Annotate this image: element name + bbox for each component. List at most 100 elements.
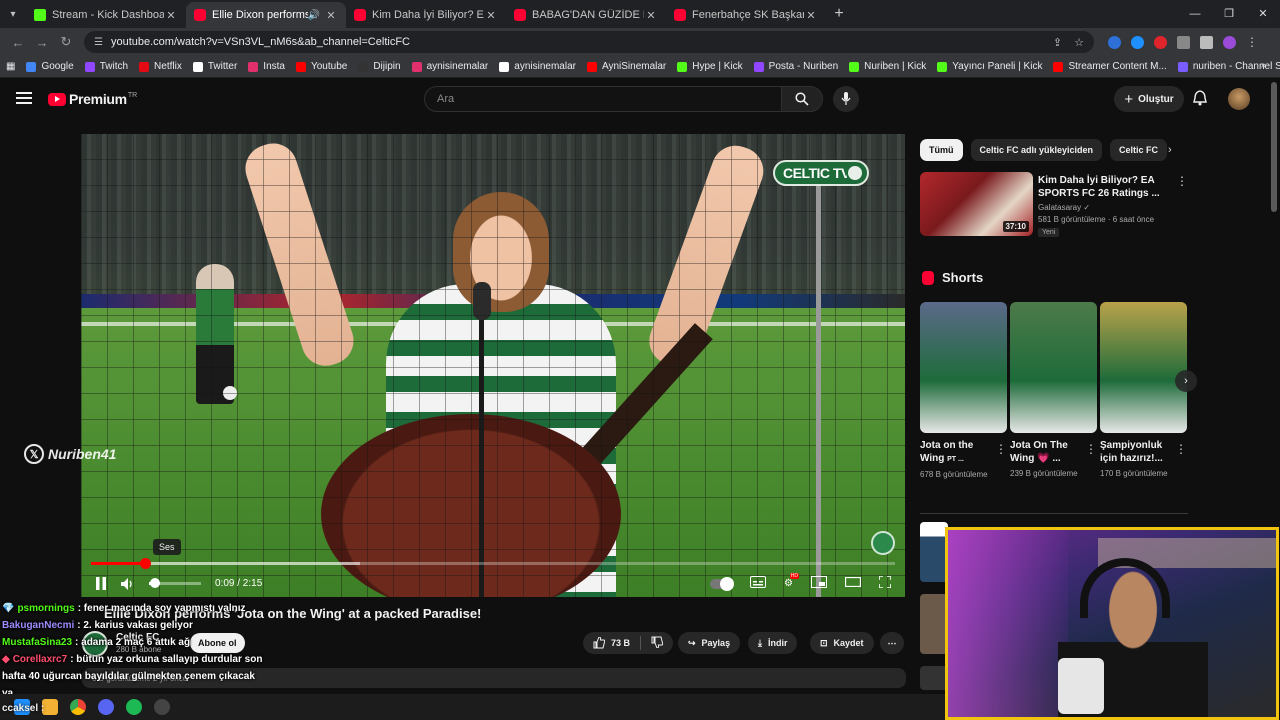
profile-icon[interactable] <box>1223 35 1236 49</box>
extension-blue-icon[interactable] <box>1131 35 1144 49</box>
progress-bar[interactable] <box>91 558 895 569</box>
video-thumbnail[interactable] <box>920 594 948 654</box>
new-tab-button[interactable]: + <box>826 5 852 23</box>
more-menu-icon[interactable]: ⋮ <box>1246 35 1258 49</box>
bookmark-item[interactable]: Yayıncı Paneli | Kick <box>937 61 1042 72</box>
more-vert-icon[interactable]: ⋮ <box>995 442 1007 456</box>
voice-search-button[interactable] <box>833 86 859 112</box>
chat-username[interactable]: MustafaSina23 <box>2 637 72 648</box>
obs-icon[interactable] <box>154 699 170 715</box>
more-actions-button[interactable]: ⋯ <box>880 632 904 654</box>
related-video[interactable]: 37:10 Kim Daha İyi Biliyor? EA SPORTS FC… <box>920 172 1190 242</box>
extensions-puzzle-icon[interactable] <box>1177 35 1190 49</box>
address-bar[interactable]: ☰ youtube.com/watch?v=VSn3VL_nM6s&ab_cha… <box>84 31 1094 53</box>
tab-2[interactable]: Kim Daha İyi Biliyor? EA SPORT ✕ <box>346 2 506 28</box>
short-item[interactable]: Şampiyonluk için hazırız!... 170 B görün… <box>1100 302 1187 480</box>
apps-grid-icon[interactable]: ▦ <box>6 61 15 72</box>
close-icon[interactable]: ✕ <box>804 9 818 22</box>
bookmark-item[interactable]: Twitch <box>84 61 128 72</box>
tab-1[interactable]: Ellie Dixon performs 'Jo 🔊 ✕ <box>186 2 346 28</box>
video-player[interactable]: CELTIC TV Ses 0:09 / 2:15 ⚙ HD <box>81 134 905 597</box>
page-scrollbar[interactable] <box>1271 82 1277 212</box>
chat-username[interactable]: psmornings <box>17 603 74 614</box>
bookmark-item[interactable]: Posta - Nuriben <box>753 61 838 72</box>
menu-icon[interactable] <box>16 92 32 104</box>
short-item[interactable]: Jota On The Wing 💗 ... 239 B görüntüleme… <box>1010 302 1097 480</box>
forward-icon[interactable]: → <box>30 35 54 50</box>
close-icon[interactable]: ✕ <box>324 9 338 22</box>
create-button[interactable]: + Oluştur <box>1114 86 1184 112</box>
more-vert-icon[interactable]: ⋮ <box>1176 174 1188 188</box>
video-thumbnail[interactable] <box>920 666 948 690</box>
close-icon[interactable]: ✕ <box>484 9 498 22</box>
chip-from-uploader[interactable]: Celtic FC adlı yükleyiciden <box>970 139 1103 161</box>
bookmark-item[interactable]: Insta <box>248 61 285 72</box>
more-vert-icon[interactable]: ⋮ <box>1175 442 1187 456</box>
settings-gear-icon[interactable]: ⚙ HD <box>784 573 799 589</box>
close-icon[interactable]: ✕ <box>164 9 178 22</box>
share-button[interactable]: ↪ Paylaş <box>678 632 741 654</box>
tab-search-icon[interactable]: ▾ <box>0 3 26 25</box>
theater-mode-icon[interactable] <box>844 576 862 590</box>
bookmark-item[interactable]: Hype | Kick <box>677 61 743 72</box>
chip-channel[interactable]: Celtic FC <box>1110 139 1168 161</box>
close-icon[interactable]: ✕ <box>644 9 658 22</box>
discord-icon[interactable] <box>98 699 114 715</box>
bookmark-item[interactable]: Nuriben | Kick <box>849 61 926 72</box>
shorts-next-button[interactable]: › <box>1175 370 1197 392</box>
media-icon[interactable] <box>1200 35 1213 49</box>
bookmark-item[interactable]: AyniSinemalar <box>586 61 666 72</box>
install-icon[interactable]: ⇪ <box>1053 36 1062 49</box>
dislike-button[interactable] <box>651 636 664 650</box>
short-thumbnail[interactable] <box>920 302 1007 433</box>
more-vert-icon[interactable]: ⋮ <box>1085 442 1097 456</box>
chrome-icon[interactable] <box>70 699 86 715</box>
bookmark-item[interactable]: Twitter <box>192 61 237 72</box>
short-item[interactable]: Jota on the Wing PT ... 678 B görüntülem… <box>920 302 1007 481</box>
volume-knob[interactable] <box>150 578 161 588</box>
video-thumbnail[interactable] <box>920 522 948 582</box>
short-thumbnail[interactable] <box>1010 302 1097 433</box>
save-button[interactable]: ⊡ Kaydet <box>810 632 874 654</box>
account-avatar[interactable] <box>1228 88 1250 110</box>
extension-red-icon[interactable] <box>1154 35 1167 49</box>
chevron-right-icon[interactable]: › <box>1168 144 1172 156</box>
bookmarks-overflow-icon[interactable]: » <box>1260 60 1266 71</box>
fullscreen-icon[interactable] <box>878 575 892 591</box>
chat-username[interactable]: Corellaxrc7 <box>13 654 67 665</box>
volume-slider[interactable] <box>149 578 201 588</box>
bookmark-item[interactable]: Dijipin <box>358 61 401 72</box>
miniplayer-icon[interactable] <box>811 576 827 591</box>
download-button[interactable]: ⤓ İndir <box>748 632 798 654</box>
bookmark-item[interactable]: Streamer Content M... <box>1053 61 1167 72</box>
chat-username[interactable]: BakuganNecmi <box>2 620 74 631</box>
youtube-logo[interactable]: Premium TR <box>48 91 137 107</box>
tab-0[interactable]: Stream - Kick Dashboard ✕ <box>26 2 186 28</box>
back-icon[interactable]: ← <box>6 35 30 50</box>
search-input[interactable]: Ara <box>424 86 782 112</box>
bookmark-item[interactable]: Google <box>26 61 74 72</box>
tab-4[interactable]: Fenerbahçe SK Başkan Adayı Sa ✕ <box>666 2 826 28</box>
tab-3[interactable]: BABAG'DAN GÜZİDE BİR PARÇ ✕ <box>506 2 666 28</box>
extension-shield-icon[interactable] <box>1108 35 1121 49</box>
channel-watermark-icon[interactable] <box>871 531 895 555</box>
related-video-title[interactable]: Kim Daha İyi Biliyor? EA SPORTS FC 26 Ra… <box>1038 174 1168 200</box>
bookmark-star-icon[interactable]: ☆ <box>1074 36 1084 49</box>
bookmark-item[interactable]: Youtube <box>295 61 347 72</box>
file-explorer-icon[interactable] <box>42 699 58 715</box>
minimize-icon[interactable]: — <box>1178 0 1212 28</box>
search-button[interactable] <box>781 86 823 112</box>
bookmark-item[interactable]: aynisinemalar <box>411 61 488 72</box>
speaker-icon[interactable]: 🔊 <box>308 10 320 21</box>
progress-scrubber[interactable] <box>139 558 151 569</box>
maximize-icon[interactable]: ❐ <box>1212 0 1246 28</box>
bookmark-item[interactable]: aynisinemalar <box>499 61 576 72</box>
video-thumbnail[interactable]: 37:10 <box>920 172 1033 236</box>
spotify-icon[interactable] <box>126 699 142 715</box>
chip-all[interactable]: Tümü <box>920 139 963 161</box>
mute-button[interactable] <box>121 577 135 590</box>
reload-icon[interactable]: ↻ <box>54 34 78 50</box>
subtitles-icon[interactable] <box>750 576 767 591</box>
autoplay-toggle[interactable] <box>710 576 735 591</box>
related-video-channel[interactable]: Galatasaray ✓ <box>1038 203 1090 212</box>
